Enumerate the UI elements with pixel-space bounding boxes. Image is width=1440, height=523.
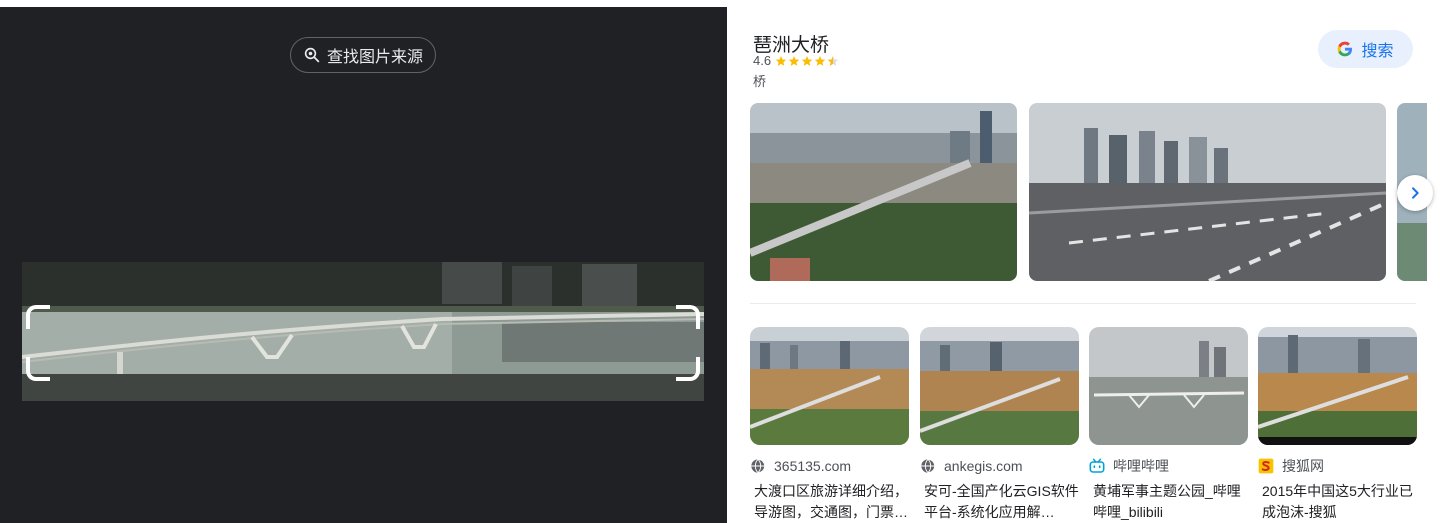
- rating-row: 4.6: [753, 53, 839, 68]
- result-source-name: 365135.com: [774, 458, 852, 474]
- query-image[interactable]: [22, 262, 704, 401]
- entity-image-1[interactable]: [750, 103, 1017, 281]
- result-thumbnail[interactable]: [920, 327, 1079, 445]
- globe-icon: [920, 458, 936, 474]
- result-card[interactable]: 哔哩哔哩 黄埔军事主题公园_哔哩哔哩_bilibili: [1089, 327, 1248, 523]
- result-title[interactable]: 2015年中国这5大行业已成泡沫-搜狐: [1262, 481, 1417, 523]
- chevron-right-icon: [1412, 187, 1419, 199]
- rating-value: 4.6: [753, 53, 772, 68]
- result-card[interactable]: 365135.com 大渡口区旅游详细介绍，导游图，交通图，门票…: [750, 327, 909, 523]
- result-card[interactable]: ankegis.com 安可-全国产化云GIS软件平台-系统化应用解…: [920, 327, 1079, 523]
- star-icon: [814, 55, 826, 66]
- section-divider: [750, 303, 1416, 304]
- entity-category: 桥: [753, 74, 767, 89]
- result-title[interactable]: 黄埔军事主题公园_哔哩哔哩_bilibili: [1093, 481, 1248, 523]
- result-source-name: 搜狐网: [1282, 458, 1324, 474]
- result-title[interactable]: 大渡口区旅游详细介绍，导游图，交通图，门票…: [754, 481, 909, 523]
- search-button-label: 搜索: [1361, 43, 1394, 60]
- bilibili-icon: [1089, 458, 1105, 474]
- result-source: 哔哩哔哩: [1089, 457, 1248, 475]
- half-star-icon: [827, 55, 839, 66]
- google-search-button[interactable]: 搜索: [1318, 30, 1413, 68]
- results-pane: 琶洲大桥 4.6 桥 搜索 365135.com 大渡口区旅游详细介绍，导游图，…: [727, 7, 1440, 523]
- globe-icon: [750, 458, 766, 474]
- sohu-icon: [1258, 458, 1274, 474]
- result-source: 搜狐网: [1258, 457, 1417, 475]
- rating-stars: [775, 55, 839, 67]
- crop-handle-top-right[interactable]: [676, 305, 700, 329]
- google-g-icon: [1338, 41, 1353, 57]
- result-thumbnail[interactable]: [1258, 327, 1417, 445]
- result-thumbnail[interactable]: [750, 327, 909, 445]
- result-thumbnail[interactable]: [1089, 327, 1248, 445]
- result-source: ankegis.com: [920, 457, 1079, 475]
- top-strip: [0, 0, 1440, 7]
- crop-handle-bottom-right[interactable]: [676, 357, 700, 381]
- star-icon: [775, 55, 787, 66]
- find-image-source-button[interactable]: 查找图片来源: [290, 37, 436, 73]
- result-title[interactable]: 安可-全国产化云GIS软件平台-系统化应用解…: [924, 481, 1079, 523]
- result-source-name: ankegis.com: [944, 458, 1023, 474]
- result-source-name: 哔哩哔哩: [1113, 458, 1169, 474]
- star-icon: [788, 55, 800, 66]
- carousel-next-button[interactable]: [1397, 175, 1433, 211]
- result-card[interactable]: 搜狐网 2015年中国这5大行业已成泡沫-搜狐: [1258, 327, 1417, 523]
- find-image-source-label: 查找图片来源: [326, 49, 423, 66]
- crop-handle-bottom-left[interactable]: [26, 357, 50, 381]
- result-source: 365135.com: [750, 457, 909, 475]
- lens-search-icon: [304, 47, 320, 63]
- entity-image-2[interactable]: [1029, 103, 1386, 281]
- crop-handle-top-left[interactable]: [26, 305, 50, 329]
- star-icon: [801, 55, 813, 66]
